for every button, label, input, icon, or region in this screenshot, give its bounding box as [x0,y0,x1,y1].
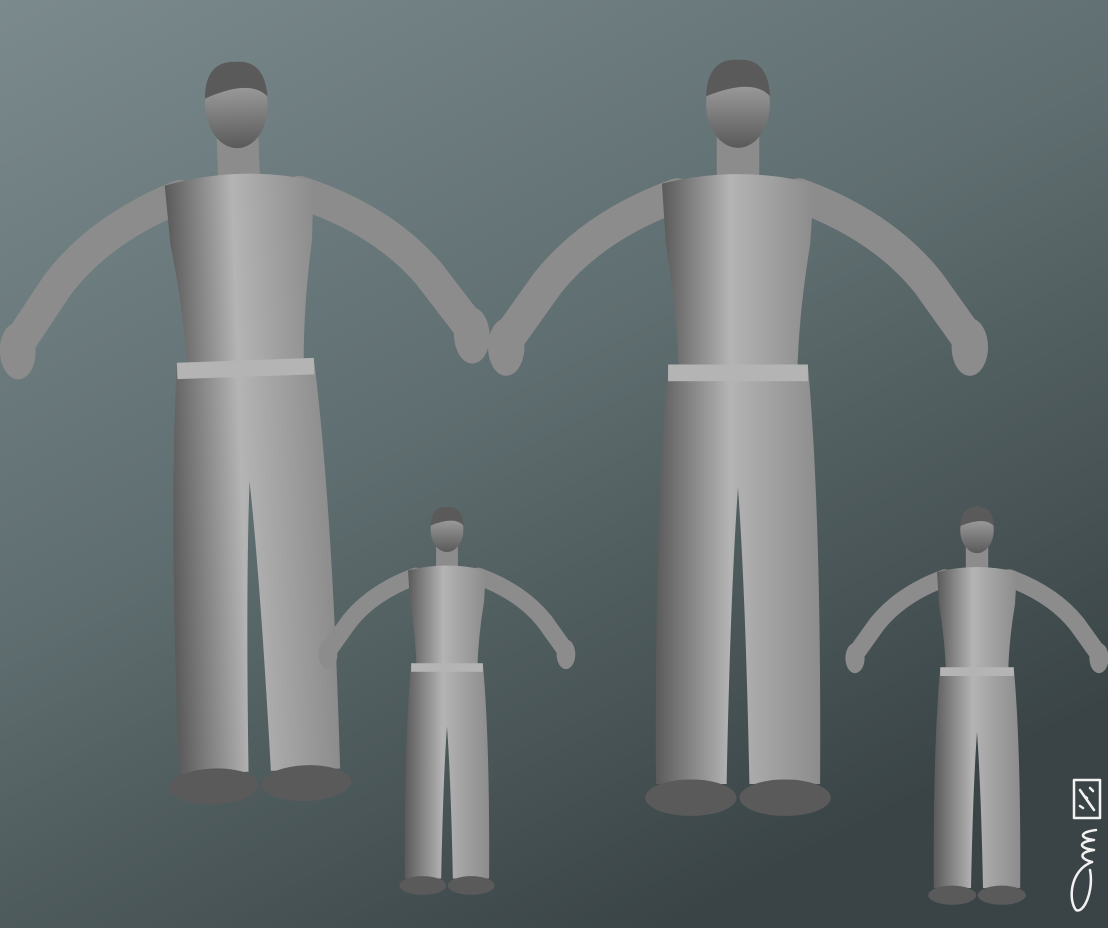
hand [318,639,338,670]
hand [556,639,576,670]
shoe [928,885,977,905]
waistband [411,663,483,672]
torso [937,567,1017,672]
waistband [668,364,808,382]
torso [408,565,486,668]
hand [845,642,865,674]
torso [164,173,314,372]
torso [662,174,814,374]
sculpt-render [0,0,1108,928]
hand [487,318,525,376]
shoe [399,876,447,895]
hand [951,318,989,376]
hand [1089,642,1108,674]
waistband [940,667,1014,676]
shoe [645,779,737,816]
shoe [739,779,831,816]
shoe [447,876,495,895]
shoe [977,885,1026,905]
